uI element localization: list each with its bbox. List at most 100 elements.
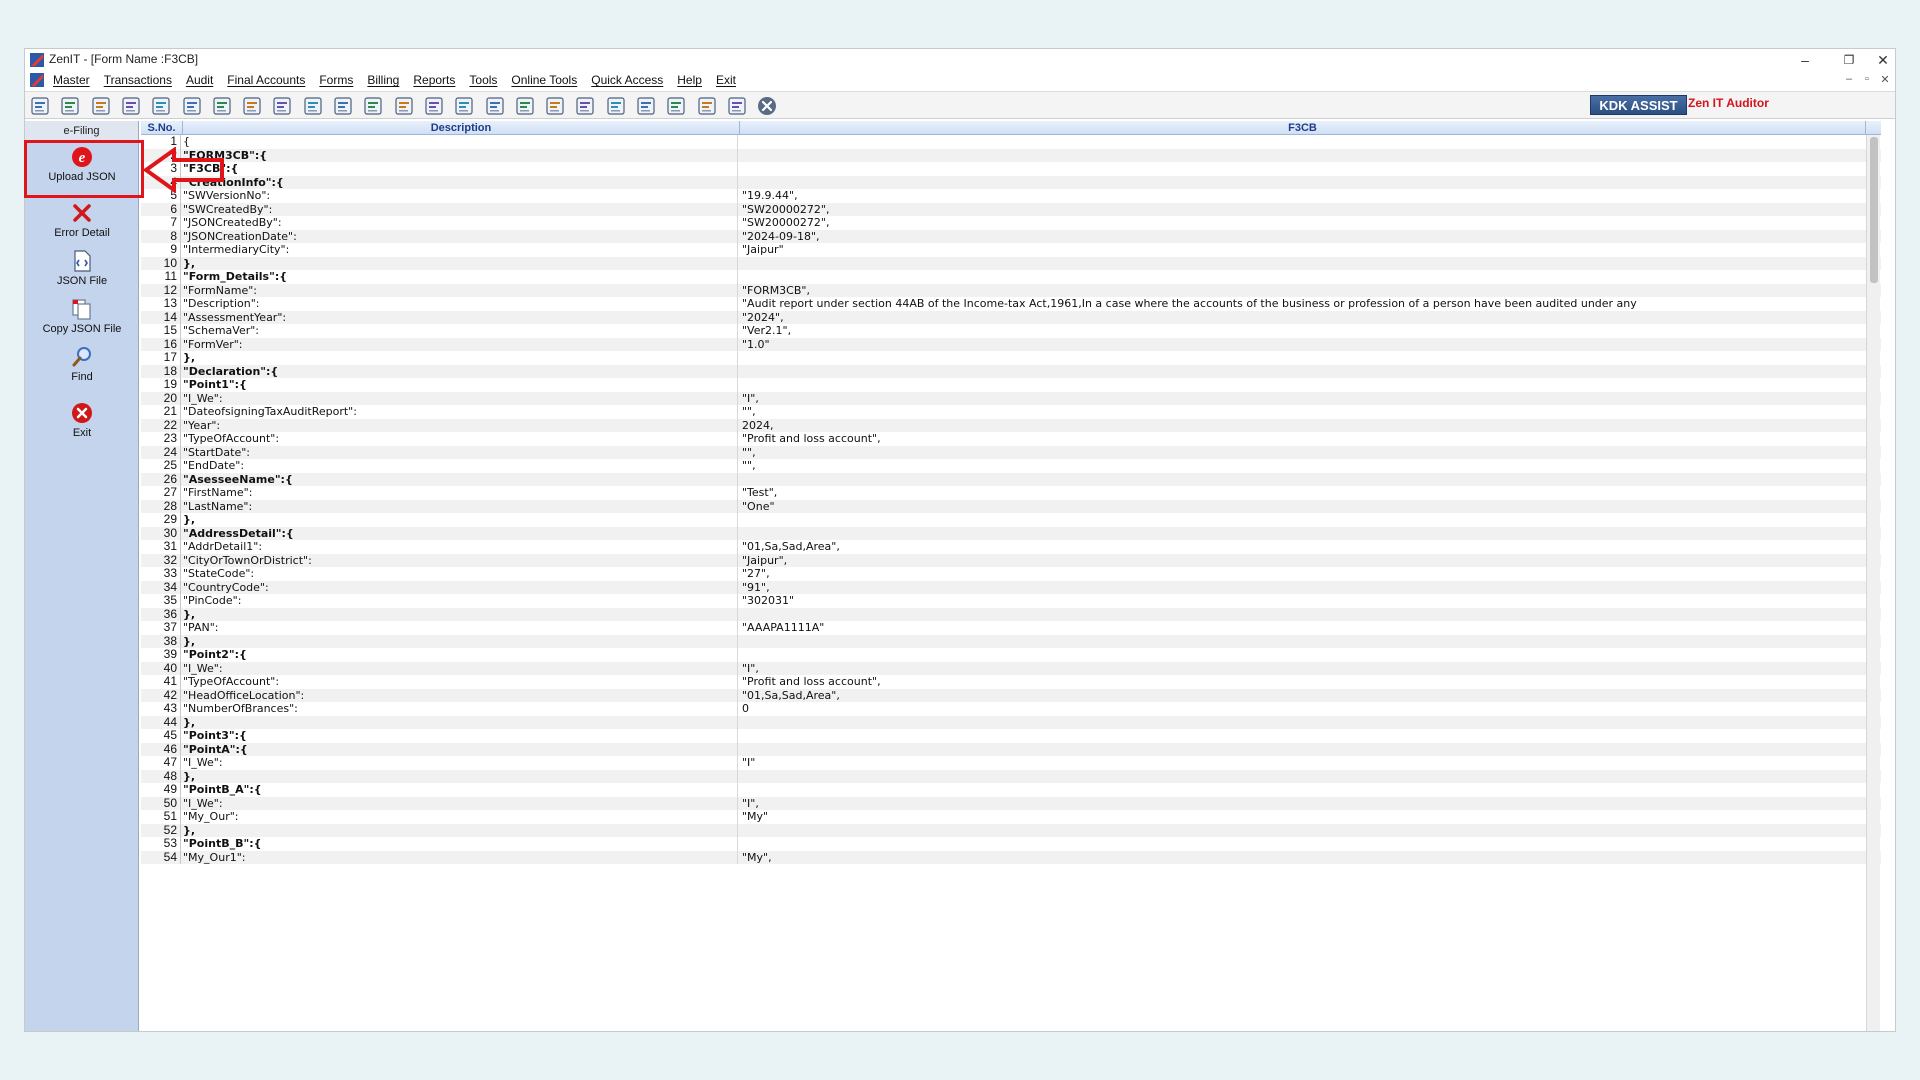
table-row[interactable]: 13 "Description": "Audit report under sect… (141, 296, 1881, 311)
menu-online-tools[interactable]: Online Tools (511, 73, 577, 87)
form-icon[interactable] (726, 95, 748, 117)
value-cell[interactable]: "", (742, 459, 1859, 473)
json-grid[interactable]: S.No. Description F3CB 1{2 "FORM3CB":{3 "F… (141, 121, 1881, 1031)
table-row[interactable]: 45 "Point3":{ (141, 728, 1881, 743)
value-cell[interactable]: "Ver2.1", (742, 324, 1859, 338)
value-cell[interactable]: "I", (742, 662, 1859, 676)
table-row[interactable]: 7 "JSONCreatedBy": "SW20000272", (141, 215, 1881, 230)
mdi-close-button[interactable]: ✕ (1877, 73, 1893, 86)
value-cell[interactable]: "19.9.44", (742, 189, 1859, 203)
value-cell[interactable] (742, 770, 1859, 784)
description-cell[interactable]: "TypeOfAccount": (183, 432, 738, 446)
description-cell[interactable]: "CityOrTownOrDistrict": (183, 553, 738, 567)
table-row[interactable]: 22 "Year": 2024, (141, 418, 1881, 433)
error-detail-button[interactable]: Error Detail (25, 201, 139, 239)
table-row[interactable]: 34 "CountryCode": "91", (141, 580, 1881, 594)
description-cell[interactable]: "AsesseeName":{ (183, 472, 738, 486)
description-cell[interactable]: "EndDate": (183, 459, 738, 473)
description-cell[interactable]: "FirstName": (183, 486, 738, 500)
pie-icon[interactable] (362, 95, 384, 117)
description-cell[interactable]: "SchemaVer": (183, 324, 738, 338)
menu-quick-access[interactable]: Quick Access (591, 73, 663, 87)
shield-icon[interactable] (574, 95, 596, 117)
value-cell[interactable]: "SW20000272", (742, 203, 1859, 217)
description-cell[interactable]: "PinCode": (183, 594, 738, 608)
value-cell[interactable] (742, 149, 1859, 163)
description-cell[interactable]: "I_We": (183, 661, 738, 675)
value-cell[interactable] (742, 270, 1859, 284)
value-cell[interactable]: "27", (742, 567, 1859, 581)
description-cell[interactable]: "Point3":{ (183, 729, 738, 743)
table-row[interactable]: 53 "PointB_B":{ (141, 836, 1881, 851)
table-row[interactable]: 51 "My_Our": "My" (141, 809, 1881, 824)
home-icon[interactable] (59, 95, 81, 117)
table-row[interactable]: 40 "I_We": "I", (141, 661, 1881, 676)
description-cell[interactable]: "Year": (183, 418, 738, 432)
table-row[interactable]: 6 "SWCreatedBy": "SW20000272", (141, 202, 1881, 217)
value-cell[interactable] (742, 635, 1859, 649)
table-row[interactable]: 18 "Declaration":{ (141, 364, 1881, 378)
description-cell[interactable]: "PointA":{ (183, 742, 738, 756)
value-cell[interactable]: "", (742, 446, 1859, 460)
doc-user-icon[interactable] (514, 95, 536, 117)
description-cell[interactable]: "Point2":{ (183, 648, 738, 662)
description-cell[interactable]: "NumberOfBrances": (183, 702, 738, 716)
description-cell[interactable]: "StartDate": (183, 445, 738, 459)
value-cell[interactable]: "Profit and loss account", (742, 432, 1859, 446)
description-cell[interactable]: }, (183, 513, 738, 527)
description-cell[interactable]: }, (183, 256, 738, 270)
filter-icon[interactable] (241, 95, 263, 117)
table-row[interactable]: 31 "AddrDetail1": "01,Sa,Sad,Area", (141, 539, 1881, 554)
description-cell[interactable]: }, (183, 351, 738, 365)
menu-billing[interactable]: Billing (367, 73, 399, 87)
description-cell[interactable]: "PAN": (183, 621, 738, 635)
table-row[interactable]: 21 "DateofsigningTaxAuditReport": "", (141, 404, 1881, 419)
description-cell[interactable]: "CountryCode": (183, 580, 738, 594)
table-row[interactable]: 48}, (141, 769, 1881, 784)
calendar-icon[interactable] (544, 95, 566, 117)
value-cell[interactable] (742, 135, 1859, 149)
description-cell[interactable]: "PointB_B":{ (183, 837, 738, 851)
menu-transactions[interactable]: Transactions (104, 73, 172, 87)
table-row[interactable]: 30 "AddressDetail":{ (141, 526, 1881, 540)
table-row[interactable]: 49 "PointB_A":{ (141, 782, 1881, 797)
description-cell[interactable]: "FormName": (183, 283, 738, 297)
table-row[interactable]: 9 "IntermediaryCity": "Jaipur" (141, 242, 1881, 257)
description-cell[interactable]: { (183, 135, 738, 149)
bar-chart-icon[interactable] (120, 95, 142, 117)
menu-audit[interactable]: Audit (186, 73, 213, 87)
value-cell[interactable]: "2024-09-18", (742, 230, 1859, 244)
value-cell[interactable]: "Test", (742, 486, 1859, 500)
description-cell[interactable]: "LastName": (183, 499, 738, 513)
disc-icon[interactable] (302, 95, 324, 117)
close-button[interactable]: ✕ (1871, 49, 1895, 71)
table-row[interactable]: 44}, (141, 715, 1881, 730)
value-cell[interactable]: "I", (742, 392, 1859, 406)
column-header-description[interactable]: Description (183, 121, 740, 135)
open-icon[interactable] (29, 95, 51, 117)
description-cell[interactable]: }, (183, 607, 738, 621)
find-button[interactable]: Find (25, 345, 139, 383)
value-cell[interactable]: "", (742, 405, 1859, 419)
value-cell[interactable]: "2024", (742, 311, 1859, 325)
exit-button[interactable]: Exit (25, 401, 139, 439)
column-header-f3cb[interactable]: F3CB (740, 121, 1866, 135)
description-cell[interactable]: "HeadOfficeLocation": (183, 688, 738, 702)
description-cell[interactable]: }, (183, 634, 738, 648)
description-cell[interactable]: "My_Our1": (183, 850, 738, 864)
kdk-assist-button[interactable]: KDK ASSIST (1590, 95, 1687, 115)
value-cell[interactable]: "Profit and loss account", (742, 675, 1859, 689)
table-row[interactable]: 29}, (141, 512, 1881, 527)
book-icon[interactable] (423, 95, 445, 117)
bs-icon[interactable] (635, 95, 657, 117)
value-cell[interactable] (742, 608, 1859, 622)
value-cell[interactable]: "SW20000272", (742, 216, 1859, 230)
table-row[interactable]: 39 "Point2":{ (141, 647, 1881, 662)
value-cell[interactable]: 2024, (742, 419, 1859, 433)
description-cell[interactable]: "AddrDetail1": (183, 540, 738, 554)
table-row[interactable]: 1{ (141, 134, 1881, 149)
description-cell[interactable]: "TypeOfAccount": (183, 675, 738, 689)
description-cell[interactable]: "PointB_A":{ (183, 783, 738, 797)
value-cell[interactable] (742, 176, 1859, 190)
value-cell[interactable] (742, 716, 1859, 730)
